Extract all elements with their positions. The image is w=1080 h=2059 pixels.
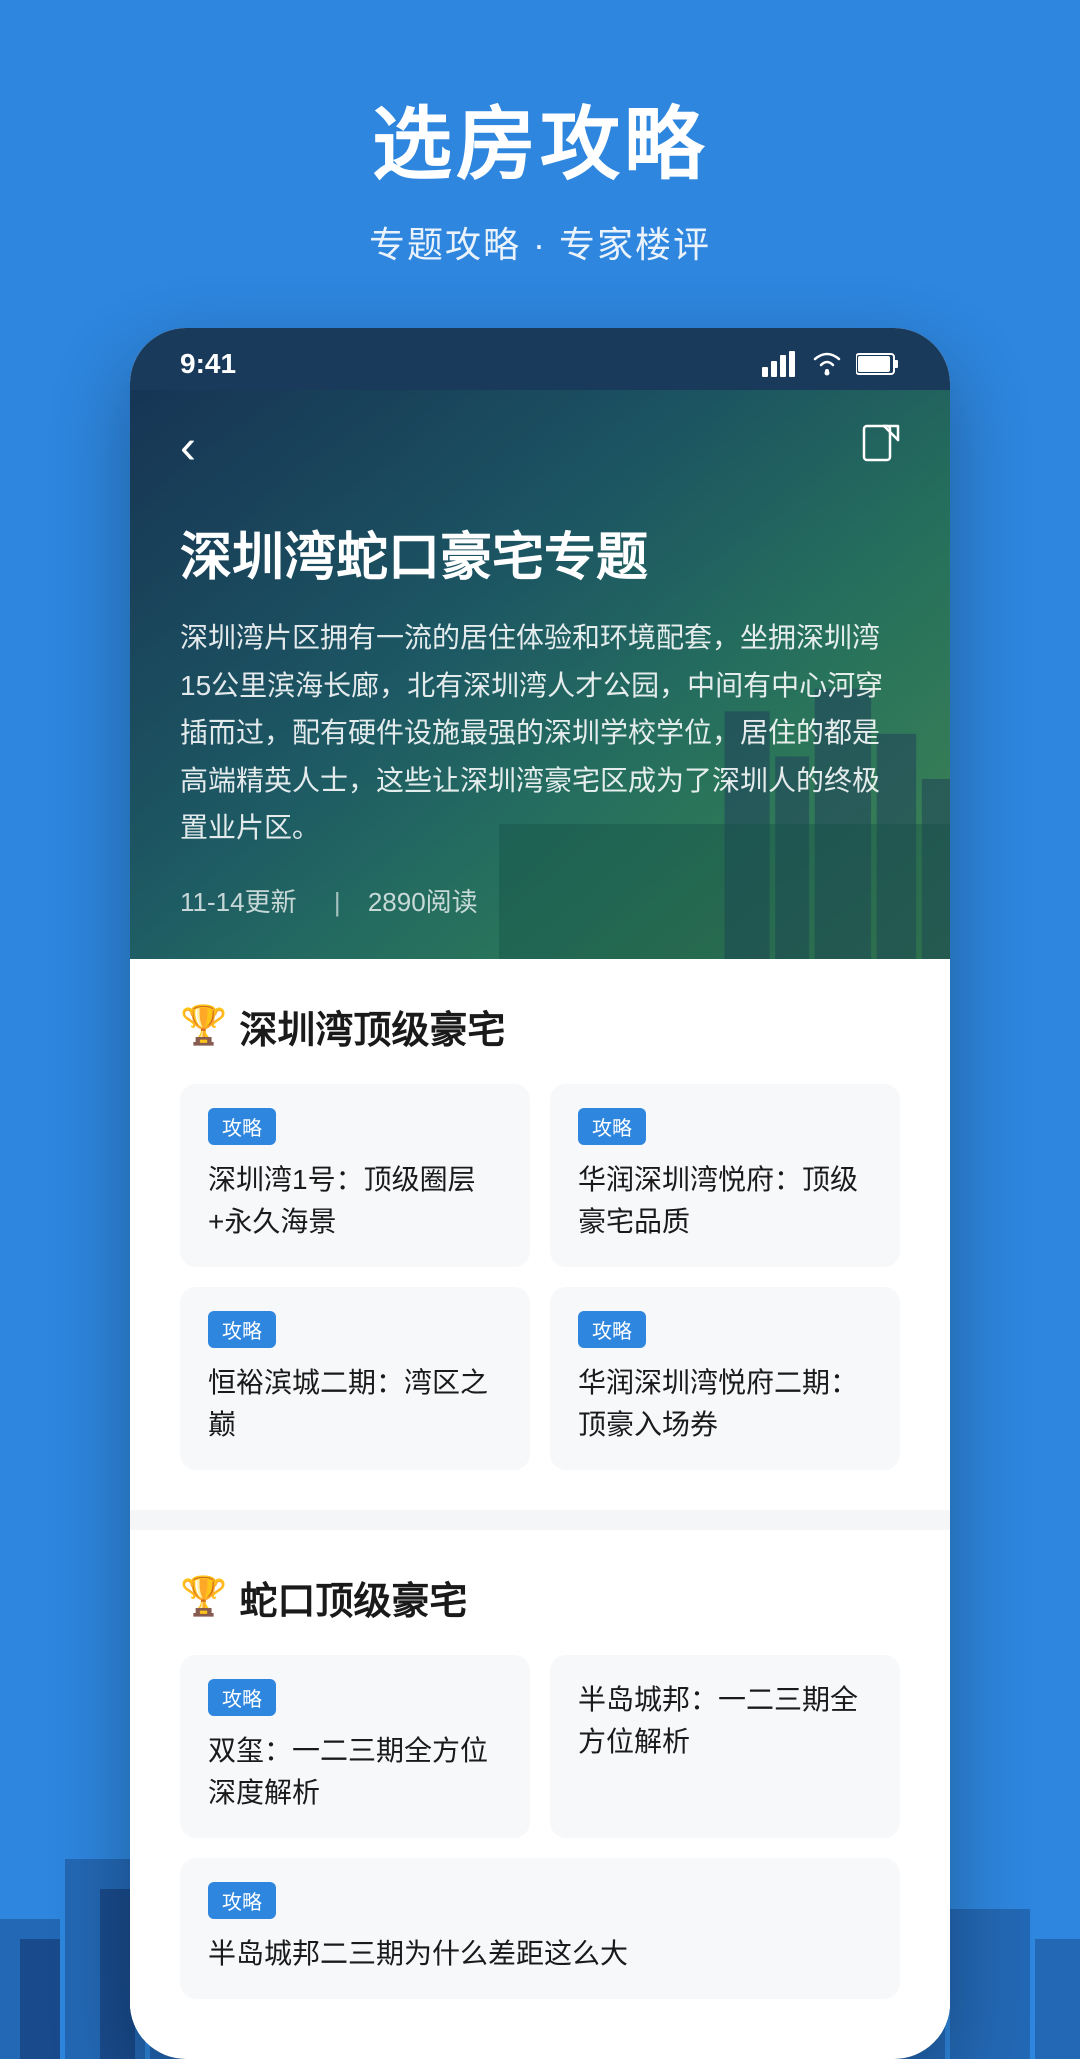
article-title: 半岛城邦：一二三期全方位解析 xyxy=(578,1679,872,1763)
page-subtitle: 专题攻略 · 专家楼评 xyxy=(0,216,1080,268)
nav-bar: ‹ xyxy=(180,420,900,475)
wifi-icon xyxy=(810,351,844,377)
article-tag: 攻略 xyxy=(578,1311,646,1348)
article-card[interactable]: 攻略 双玺：一二三期全方位深度解析 xyxy=(180,1655,530,1838)
hero-date: 11-14更新 xyxy=(180,887,297,917)
article-tag: 攻略 xyxy=(208,1882,276,1919)
article-card[interactable]: 攻略 深圳湾1号：顶级圈层+永久海景 xyxy=(180,1084,530,1267)
article-card[interactable]: 攻略 华润深圳湾悦府：顶级豪宅品质 xyxy=(550,1084,900,1267)
battery-icon xyxy=(856,352,900,376)
signal-icon xyxy=(762,351,798,377)
content-area: 🏆 深圳湾顶级豪宅 攻略 深圳湾1号：顶级圈层+永久海景 攻略 华润深圳湾悦府：… xyxy=(130,959,950,2039)
article-tag: 攻略 xyxy=(208,1311,276,1348)
article-card[interactable]: 攻略 华润深圳湾悦府二期：顶豪入场券 xyxy=(550,1287,900,1470)
share-button[interactable] xyxy=(862,424,900,471)
phone-mockup: 9:41 xyxy=(130,328,950,2059)
article-title: 双玺：一二三期全方位深度解析 xyxy=(208,1730,502,1814)
article-grid-2: 攻略 双玺：一二三期全方位深度解析 半岛城邦：一二三期全方位解析 xyxy=(180,1655,900,1838)
article-title: 华润深圳湾悦府二期：顶豪入场券 xyxy=(578,1362,872,1446)
hero-title: 深圳湾蛇口豪宅专题 xyxy=(180,515,900,590)
status-bar: 9:41 xyxy=(130,328,950,390)
hero-reads: 2890阅读 xyxy=(368,887,478,917)
section-shenzhen-bay: 🏆 深圳湾顶级豪宅 攻略 深圳湾1号：顶级圈层+永久海景 攻略 华润深圳湾悦府：… xyxy=(130,959,950,1510)
hero-meta: 11-14更新 | 2890阅读 xyxy=(180,882,900,919)
article-tag: 攻略 xyxy=(208,1108,276,1145)
article-card-full[interactable]: 攻略 半岛城邦二三期为什么差距这么大 xyxy=(180,1858,900,1999)
article-tag: 攻略 xyxy=(208,1679,276,1716)
article-title: 恒裕滨城二期：湾区之巅 xyxy=(208,1362,502,1446)
status-icons xyxy=(762,351,900,377)
page-title: 选房攻略 xyxy=(0,80,1080,196)
article-card[interactable]: 攻略 恒裕滨城二期：湾区之巅 xyxy=(180,1287,530,1470)
status-time: 9:41 xyxy=(180,348,236,380)
section-shekou: 🏆 蛇口顶级豪宅 攻略 双玺：一二三期全方位深度解析 半岛城邦：一二三期全方位解… xyxy=(130,1530,950,2039)
trophy-icon-2: 🏆 xyxy=(180,1575,227,1619)
article-card[interactable]: 半岛城邦：一二三期全方位解析 xyxy=(550,1655,900,1838)
back-button[interactable]: ‹ xyxy=(180,420,196,475)
article-title: 深圳湾1号：顶级圈层+永久海景 xyxy=(208,1159,502,1243)
article-title: 华润深圳湾悦府：顶级豪宅品质 xyxy=(578,1159,872,1243)
section-title-1: 🏆 深圳湾顶级豪宅 xyxy=(180,999,900,1054)
hero-description: 深圳湾片区拥有一流的居住体验和环境配套，坐拥深圳湾15公里滨海长廊，北有深圳湾人… xyxy=(180,614,900,852)
article-tag: 攻略 xyxy=(578,1108,646,1145)
header-area: 选房攻略 专题攻略 · 专家楼评 xyxy=(0,0,1080,328)
article-grid-1: 攻略 深圳湾1号：顶级圈层+永久海景 攻略 华润深圳湾悦府：顶级豪宅品质 攻略 … xyxy=(180,1084,900,1470)
section-title-2: 🏆 蛇口顶级豪宅 xyxy=(180,1570,900,1625)
trophy-icon-1: 🏆 xyxy=(180,1004,227,1048)
article-title: 半岛城邦二三期为什么差距这么大 xyxy=(208,1933,872,1975)
hero-section: ‹ 深圳湾蛇口豪宅专题 深圳湾片区拥有一流的居住体验和环境配套，坐拥深圳湾15公… xyxy=(130,390,950,959)
